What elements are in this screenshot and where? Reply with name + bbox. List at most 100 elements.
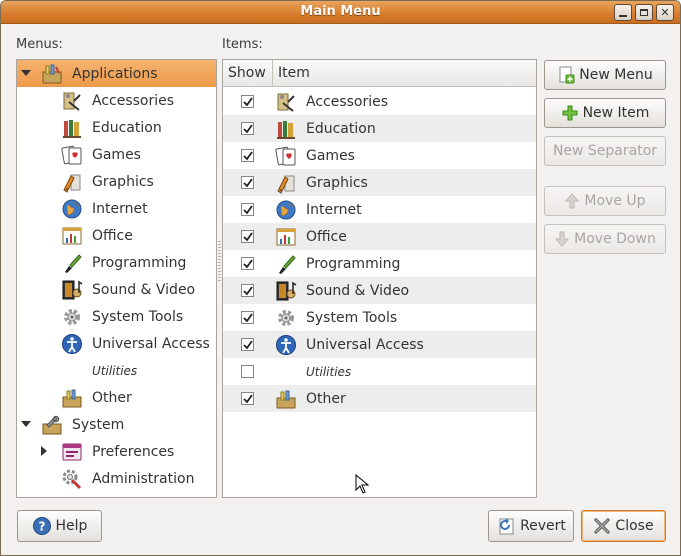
item-label: System Tools xyxy=(306,309,398,326)
item-row[interactable]: Games xyxy=(223,142,536,169)
show-checkbox[interactable] xyxy=(241,338,254,351)
menu-tree-item[interactable]: Office xyxy=(17,222,216,249)
move-down-label: Move Down xyxy=(574,231,656,247)
title-bar[interactable]: Main Menu ✕ xyxy=(1,1,680,24)
maximize-button[interactable] xyxy=(635,4,653,21)
menu-tree-item-label: Administration xyxy=(92,470,195,487)
menus-tree[interactable]: Applications Accessories Education Games Gra… xyxy=(16,59,217,498)
move-down-button[interactable]: Move Down xyxy=(544,224,666,254)
items-list[interactable]: Show Item Accessories Education Games Graph… xyxy=(222,59,537,498)
new-item-button[interactable]: New Item xyxy=(544,98,666,128)
expander-down-icon[interactable] xyxy=(21,419,33,431)
system-icon xyxy=(41,414,63,436)
menu-tree-item[interactable]: System Tools xyxy=(17,303,216,330)
item-row[interactable]: Sound & Video xyxy=(223,277,536,304)
item-row[interactable]: Programming xyxy=(223,250,536,277)
close-window-button[interactable]: ✕ xyxy=(656,4,674,21)
close-button[interactable]: Close xyxy=(581,510,666,542)
new-item-label: New Item xyxy=(582,105,650,121)
show-checkbox[interactable] xyxy=(241,284,254,297)
menu-tree-item[interactable]: Administration xyxy=(17,465,216,492)
item-row[interactable]: Graphics xyxy=(223,169,536,196)
menus-label: Menus: xyxy=(16,37,63,52)
item-row[interactable]: Other xyxy=(223,385,536,412)
arrow-down-icon xyxy=(554,231,570,247)
item-row[interactable]: Utilities xyxy=(223,358,536,385)
menu-tree-item-label: Education xyxy=(92,119,162,136)
show-checkbox[interactable] xyxy=(241,149,254,162)
menu-tree-item[interactable]: Programming xyxy=(17,249,216,276)
item-row[interactable]: Accessories xyxy=(223,88,536,115)
minimize-button[interactable] xyxy=(614,4,632,21)
show-checkbox[interactable] xyxy=(241,311,254,324)
sound-video-icon xyxy=(61,279,83,301)
menu-tree-item[interactable]: Utilities xyxy=(17,357,216,384)
show-checkbox[interactable] xyxy=(241,122,254,135)
add-icon xyxy=(561,104,579,122)
checkmark-icon xyxy=(242,96,253,106)
show-checkbox[interactable] xyxy=(241,203,254,216)
maximize-icon xyxy=(640,9,648,16)
item-label: Graphics xyxy=(306,174,368,191)
menu-tree-item[interactable]: Preferences xyxy=(17,438,216,465)
show-checkbox[interactable] xyxy=(241,365,254,378)
show-checkbox[interactable] xyxy=(241,230,254,243)
show-checkbox[interactable] xyxy=(241,176,254,189)
menu-tree-item[interactable]: Other xyxy=(17,384,216,411)
checkmark-icon xyxy=(242,285,253,295)
item-row[interactable]: Education xyxy=(223,115,536,142)
item-label: Office xyxy=(306,228,347,245)
menu-tree-item[interactable]: Accessories xyxy=(17,87,216,114)
menu-tree-item[interactable]: Games xyxy=(17,141,216,168)
item-label: Sound & Video xyxy=(306,282,410,299)
item-label: Internet xyxy=(306,201,362,218)
revert-button[interactable]: Revert xyxy=(488,510,574,542)
accessories-icon xyxy=(275,91,297,113)
item-label: Accessories xyxy=(306,93,389,110)
programming-icon xyxy=(275,253,297,275)
item-label: Education xyxy=(306,120,376,137)
show-checkbox[interactable] xyxy=(241,257,254,270)
preferences-icon xyxy=(61,441,83,463)
new-menu-button[interactable]: New Menu xyxy=(544,60,666,90)
menu-tree-item-label: Applications xyxy=(72,65,158,82)
menu-tree-item-label: Programming xyxy=(92,254,187,271)
items-label: Items: xyxy=(222,37,263,52)
checkmark-icon xyxy=(242,231,253,241)
menu-tree-item[interactable]: System xyxy=(17,411,216,438)
pane-resize-handle[interactable] xyxy=(218,241,221,281)
column-header-item[interactable]: Item xyxy=(273,65,310,81)
menu-tree-item[interactable]: Graphics xyxy=(17,168,216,195)
menu-tree-item[interactable]: Applications xyxy=(17,60,216,87)
show-checkbox[interactable] xyxy=(241,392,254,405)
menu-tree-item[interactable]: Education xyxy=(17,114,216,141)
move-up-button[interactable]: Move Up xyxy=(544,186,666,216)
expander-down-icon[interactable] xyxy=(21,68,33,80)
move-up-label: Move Up xyxy=(584,193,646,209)
new-separator-button[interactable]: New Separator xyxy=(544,136,666,166)
system-tools-icon xyxy=(61,306,83,328)
menu-tree-item[interactable]: Sound & Video xyxy=(17,276,216,303)
menu-tree-item[interactable]: Internet xyxy=(17,195,216,222)
item-row[interactable]: Internet xyxy=(223,196,536,223)
menu-tree-item[interactable]: Universal Access xyxy=(17,330,216,357)
item-row[interactable]: Office xyxy=(223,223,536,250)
column-header-show[interactable]: Show xyxy=(223,60,273,86)
other-icon xyxy=(275,388,297,410)
help-button[interactable]: ? Help xyxy=(17,510,102,542)
menu-tree-item-label: Utilities xyxy=(92,363,138,378)
expander-right-icon[interactable] xyxy=(41,445,53,458)
item-row[interactable]: Universal Access xyxy=(223,331,536,358)
other-icon xyxy=(61,387,83,409)
show-checkbox[interactable] xyxy=(241,95,254,108)
revert-icon xyxy=(496,516,516,536)
programming-icon xyxy=(61,252,83,274)
item-row[interactable]: System Tools xyxy=(223,304,536,331)
menu-tree-item-label: Sound & Video xyxy=(92,281,196,298)
office-icon xyxy=(275,226,297,248)
